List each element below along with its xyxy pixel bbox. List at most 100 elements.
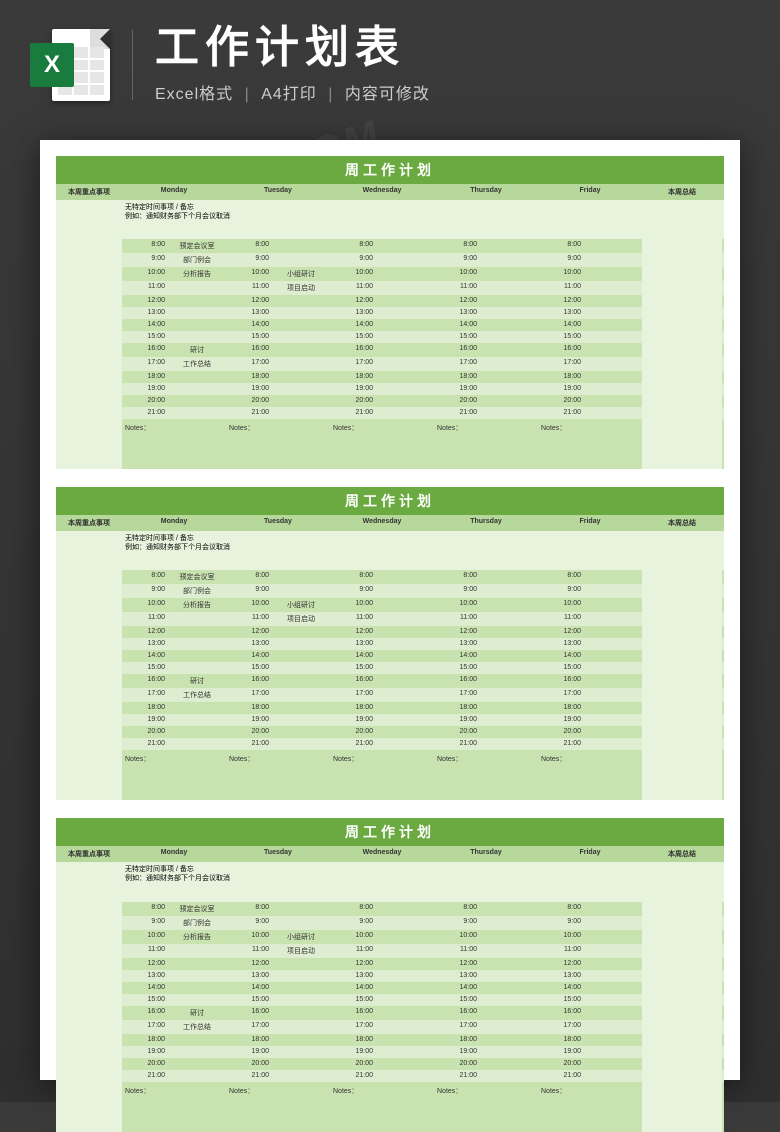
task-cell [376, 982, 434, 994]
memo-row: 无特定时间事项 / 备忘例如：通知财务部下个月会议取消 [56, 200, 724, 239]
task-cell [584, 267, 642, 281]
schedule-row: 14:0014:0014:0014:0014:00 [56, 319, 724, 331]
task-cell [376, 638, 434, 650]
notes-cell: Notes： [330, 1082, 434, 1132]
time-cell: 13:00 [226, 970, 272, 982]
task-cell: 项目启动 [272, 281, 330, 295]
time-cell: 14:00 [122, 650, 168, 662]
time-cell: 8:00 [122, 570, 168, 584]
task-cell [272, 570, 330, 584]
time-cell: 19:00 [434, 1046, 480, 1058]
time-cell: 14:00 [538, 319, 584, 331]
task-cell [376, 702, 434, 714]
memo-row: 无特定时间事项 / 备忘例如：通知财务部下个月会议取消 [56, 531, 724, 570]
time-cell: 18:00 [434, 1034, 480, 1046]
notes-cell: Notes： [122, 419, 226, 469]
task-cell [584, 357, 642, 371]
schedule-row: 14:0014:0014:0014:0014:00 [56, 650, 724, 662]
sub-a4: A4打印 [261, 86, 317, 103]
time-cell: 17:00 [538, 357, 584, 371]
time-cell: 9:00 [538, 253, 584, 267]
page-header: X 工作计划表 Excel格式 | A4打印 | 内容可修改 [0, 0, 780, 130]
time-cell: 20:00 [434, 1058, 480, 1070]
task-cell [480, 281, 538, 295]
task-cell [272, 295, 330, 307]
time-cell: 13:00 [226, 307, 272, 319]
schedule-row: 21:0021:0021:0021:0021:00 [56, 738, 724, 750]
task-cell [168, 395, 226, 407]
time-cell: 9:00 [538, 584, 584, 598]
task-cell [168, 958, 226, 970]
time-cell: 21:00 [434, 407, 480, 419]
time-cell: 16:00 [122, 674, 168, 688]
schedule-row: 10:00分析报告10:00小组研讨10:0010:0010:00 [56, 930, 724, 944]
task-cell [168, 638, 226, 650]
schedule-row: 11:0011:00项目启动11:0011:0011:00 [56, 612, 724, 626]
time-cell: 14:00 [330, 650, 376, 662]
time-cell: 11:00 [226, 944, 272, 958]
task-cell [584, 702, 642, 714]
time-cell: 21:00 [330, 1070, 376, 1082]
task-cell [584, 638, 642, 650]
schedule-row: 9:00部门例会9:009:009:009:00 [56, 253, 724, 267]
task-cell [272, 702, 330, 714]
time-cell: 15:00 [226, 994, 272, 1006]
time-cell: 9:00 [434, 253, 480, 267]
time-cell: 16:00 [538, 1006, 584, 1020]
time-cell: 13:00 [330, 638, 376, 650]
excel-icon: X [30, 25, 110, 105]
task-cell [272, 319, 330, 331]
schedule-row: 10:00分析报告10:00小组研讨10:0010:0010:00 [56, 598, 724, 612]
time-cell: 12:00 [122, 626, 168, 638]
task-cell [168, 738, 226, 750]
time-cell: 9:00 [122, 584, 168, 598]
task-cell [584, 395, 642, 407]
time-cell: 19:00 [538, 383, 584, 395]
time-cell: 14:00 [330, 982, 376, 994]
schedule-row: 11:0011:00项目启动11:0011:0011:00 [56, 281, 724, 295]
schedule-row: 18:0018:0018:0018:0018:00 [56, 702, 724, 714]
notes-cell: Notes： [122, 1082, 226, 1132]
task-cell [584, 295, 642, 307]
task-cell [584, 371, 642, 383]
task-cell [584, 281, 642, 295]
task-cell [272, 1046, 330, 1058]
task-cell [168, 626, 226, 638]
time-cell: 21:00 [538, 738, 584, 750]
task-cell [168, 702, 226, 714]
task-cell: 预定会议室 [168, 902, 226, 916]
time-cell: 18:00 [226, 371, 272, 383]
task-cell [480, 267, 538, 281]
task-cell [376, 930, 434, 944]
schedule-row: 13:0013:0013:0013:0013:00 [56, 307, 724, 319]
task-cell [272, 239, 330, 253]
task-cell: 小组研讨 [272, 598, 330, 612]
task-cell [480, 1070, 538, 1082]
time-cell: 18:00 [538, 371, 584, 383]
task-cell [168, 307, 226, 319]
time-cell: 9:00 [434, 916, 480, 930]
time-cell: 12:00 [538, 958, 584, 970]
time-cell: 21:00 [122, 407, 168, 419]
time-cell: 9:00 [538, 916, 584, 930]
time-cell: 17:00 [330, 1020, 376, 1034]
time-cell: 17:00 [434, 357, 480, 371]
time-cell: 16:00 [538, 343, 584, 357]
task-cell [168, 612, 226, 626]
schedule-row: 10:00分析报告10:00小组研讨10:0010:0010:00 [56, 267, 724, 281]
time-cell: 18:00 [434, 371, 480, 383]
task-cell [584, 714, 642, 726]
excel-badge-letter: X [30, 43, 74, 87]
time-cell: 18:00 [226, 702, 272, 714]
task-cell [272, 1058, 330, 1070]
schedule-row: 16:00研讨16:0016:0016:0016:00 [56, 1006, 724, 1020]
schedule-row: 17:00工作总结17:0017:0017:0017:00 [56, 1020, 724, 1034]
task-cell [480, 738, 538, 750]
schedule-row: 16:00研讨16:0016:0016:0016:00 [56, 674, 724, 688]
time-cell: 12:00 [330, 958, 376, 970]
time-cell: 8:00 [330, 902, 376, 916]
time-cell: 15:00 [330, 331, 376, 343]
time-cell: 19:00 [122, 1046, 168, 1058]
col-key-items: 本周重点事项 [56, 846, 122, 862]
time-cell: 14:00 [226, 982, 272, 994]
